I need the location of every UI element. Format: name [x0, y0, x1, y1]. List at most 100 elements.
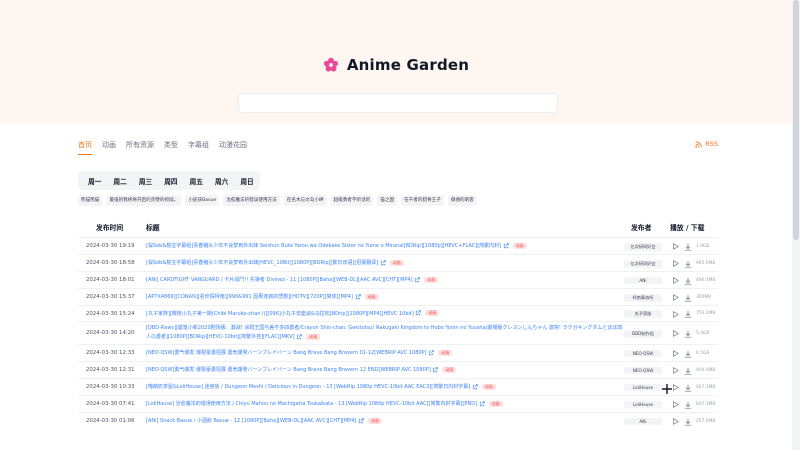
row-title-text: [APTX4869][CONAN][名侦探柯南][990&991 因果连锁的悲剧… [146, 294, 353, 300]
download-icon[interactable] [684, 350, 692, 358]
type-badge[interactable]: 动画 [306, 333, 321, 340]
brand[interactable]: Anime Garden [0, 56, 792, 74]
table-row: 2024-03-30 12:33 [NEO·QSW]勇气爆发 爆裂豪勇招展 勇気爆… [78, 344, 718, 361]
external-link-icon[interactable] [358, 417, 364, 424]
publisher-badge[interactable]: 柯南事务所 [624, 293, 662, 302]
row-title-link[interactable]: [NEO·QSW]勇气爆发 爆裂豪勇招展 勇気爆発バーンブレイバーン Bang … [146, 349, 626, 358]
external-link-icon[interactable] [414, 276, 420, 283]
type-badge[interactable]: 动画 [368, 417, 382, 424]
publisher-badge[interactable]: ANi [624, 276, 662, 284]
download-icon[interactable] [684, 294, 692, 302]
row-title-text: [NEO·QSW]勇气爆发 爆裂豪勇招展 勇気爆発バーンブレイバーン Bang … [146, 350, 427, 356]
tab-home[interactable]: 首页 [78, 140, 92, 155]
play-icon[interactable] [672, 401, 679, 408]
publisher-badge[interactable]: LoliHouse [624, 383, 662, 391]
weekday-tue[interactable]: 周二 [107, 176, 132, 186]
row-time: 2024-03-30 07:41 [86, 401, 135, 407]
type-badge[interactable]: 动画 [389, 259, 404, 266]
bangumi-chip[interactable]: 在名木与文岛小岬 [283, 195, 327, 206]
bangumi-chip[interactable]: 猫之国 [377, 195, 398, 206]
bangumi-chip[interactable]: 在干者的猎骨王子 [401, 195, 444, 206]
row-title-link[interactable]: [桜Sob&桃宝字幕组]青春猪头少年不会梦到外出妹[HEVC_10Bit][10… [146, 259, 626, 268]
external-link-icon[interactable] [355, 293, 361, 300]
bangumi-chip[interactable]: 小屁孩Basue [185, 195, 220, 206]
row-title-link[interactable]: [ANi] Snack Basue / 小酒館 Basue - 12 [1080… [146, 417, 626, 426]
download-icon[interactable] [684, 418, 692, 426]
play-icon[interactable] [672, 260, 679, 267]
play-icon[interactable] [672, 384, 679, 391]
type-badge[interactable]: 动画 [425, 310, 440, 316]
play-icon[interactable] [672, 277, 679, 284]
download-icon[interactable] [684, 277, 692, 285]
weekday-thu[interactable]: 周四 [158, 176, 183, 186]
publisher-badge[interactable]: DBD制作组 [624, 329, 662, 338]
row-title-link[interactable]: [ANi] CARDFIGHT VANGUARD / 卡片战鬥!! 先導者 Di… [146, 276, 626, 285]
play-icon[interactable] [672, 350, 679, 357]
download-icon[interactable] [684, 260, 692, 268]
scrollbar[interactable] [792, 0, 800, 450]
play-icon[interactable] [672, 243, 679, 250]
weekday-wed[interactable]: 周三 [133, 176, 158, 186]
file-size: 404.0MB [696, 367, 716, 373]
row-title-link[interactable]: [桜Sob&桃宝字幕组]青春猪头少年不会梦到外出妹 Seishun Buta Y… [146, 242, 626, 251]
bangumi-chip[interactable]: 超级勇者不听话的 [330, 195, 374, 206]
row-title-link[interactable]: [喵萌奶茶屋&LoliHouse] 迷宫饭 / Dungeon Meshi / … [146, 383, 626, 392]
download-icon[interactable] [684, 384, 692, 392]
weekday-sun[interactable]: 周日 [234, 176, 259, 186]
external-link-icon[interactable] [380, 259, 386, 266]
bangumi-chip[interactable]: 薇德的刺客 [447, 195, 477, 206]
publisher-badge[interactable]: 亿次研同好会 [624, 259, 662, 268]
publisher-badge[interactable]: 亿次研同好会 [624, 242, 662, 251]
publisher-badge[interactable]: LoliHouse [624, 400, 662, 408]
external-link-icon[interactable] [428, 349, 434, 356]
type-badge[interactable]: 动画 [481, 383, 496, 390]
bangumi-chip[interactable]: 熊猫熊猫 [78, 195, 103, 206]
download-icon[interactable] [684, 310, 692, 318]
download-icon[interactable] [684, 330, 692, 338]
row-title-link[interactable]: [LoliHouse] 治愈魔法的错误使用方法 / Chiyu Mahou no… [146, 400, 626, 409]
external-link-icon[interactable] [432, 366, 439, 373]
publisher-badge[interactable]: ANi [624, 417, 662, 425]
weekday-mon[interactable]: 周一 [82, 176, 107, 186]
weekday-sat[interactable]: 周六 [209, 176, 234, 186]
tab-fansubs[interactable]: 字幕组 [188, 140, 209, 154]
type-badge[interactable]: 动画 [364, 293, 379, 300]
tab-types[interactable]: 类型 [164, 140, 178, 154]
external-link-icon[interactable] [503, 242, 509, 249]
scrollbar-thumb[interactable] [793, 0, 799, 240]
download-icon[interactable] [684, 401, 692, 409]
play-icon[interactable] [672, 294, 679, 301]
play-icon[interactable] [672, 330, 679, 337]
rss-link[interactable]: RSS [695, 140, 718, 148]
type-badge[interactable]: 动画 [424, 276, 439, 283]
tab-all-resources[interactable]: 所有资源 [126, 140, 154, 154]
row-title-link[interactable]: [丸子家族][樱桃小丸子第一期(Chibi Maruko-chan I)][09… [146, 310, 626, 319]
publisher-badge[interactable]: NEO·QSW [624, 366, 662, 374]
play-icon[interactable] [672, 367, 679, 374]
row-title-link[interactable]: [NEO·QSW]勇气爆发 爆裂豪勇招展 勇気爆発バーンブレイバーン Bang … [146, 366, 626, 375]
external-link-icon[interactable] [472, 383, 478, 390]
weekday-fri[interactable]: 周五 [184, 176, 209, 186]
bangumi-chip[interactable]: 最强的我终将开启的贪婪的抓续。 [106, 195, 182, 206]
row-title-link[interactable]: [APTX4869][CONAN][名侦探柯南][990&991 因果连锁的悲剧… [146, 293, 626, 302]
type-badge[interactable]: 动画 [488, 400, 503, 407]
file-size: 490.3MB [696, 277, 716, 283]
publisher-badge[interactable]: NEO·QSW [624, 349, 662, 357]
bangumi-chips: 熊猫熊猫 最强的我终将开启的贪婪的抓续。 小屁孩Basue 治愈魔法的错误使用方… [78, 195, 477, 206]
publisher-badge[interactable]: 丸子家族 [624, 310, 662, 318]
row-title-link[interactable]: [DBD-Raws][蜡笔小新2020剧场版：激战! 涂鸦王国与差不多四勇者/C… [146, 324, 626, 342]
download-icon[interactable] [684, 243, 692, 251]
type-badge[interactable]: 动画 [442, 366, 457, 373]
external-link-icon[interactable] [479, 400, 485, 407]
download-icon[interactable] [684, 367, 692, 375]
tab-dmhy[interactable]: 动漫花园 [219, 140, 247, 154]
play-icon[interactable] [672, 310, 679, 318]
bangumi-chip[interactable]: 治愈魔法的错误使用方法 [223, 195, 280, 206]
type-badge[interactable]: 动画 [438, 349, 453, 356]
external-link-icon[interactable] [415, 310, 422, 316]
type-badge[interactable]: 动画 [512, 242, 527, 249]
tab-anime[interactable]: 动画 [102, 140, 116, 154]
search-input[interactable] [238, 93, 558, 113]
play-icon[interactable] [672, 418, 679, 425]
external-link-icon[interactable] [296, 333, 302, 340]
